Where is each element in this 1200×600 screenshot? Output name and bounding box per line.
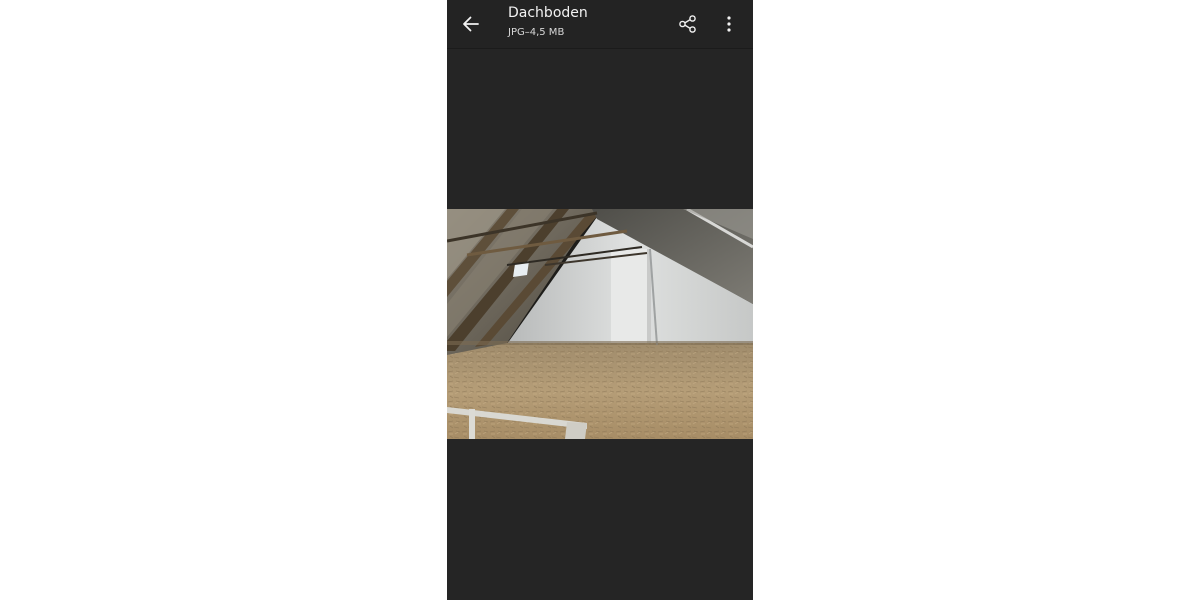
attic-photo[interactable] (447, 209, 753, 439)
more-options-button[interactable] (719, 10, 739, 38)
image-viewport[interactable] (447, 49, 753, 600)
share-button[interactable] (675, 10, 701, 38)
more-vertical-icon (727, 16, 731, 32)
top-app-bar: Dachboden JPG–4,5 MB (447, 0, 753, 49)
file-title: Dachboden (508, 5, 588, 21)
share-icon (679, 15, 696, 33)
back-button[interactable] (457, 8, 485, 40)
arrow-left-icon (463, 16, 479, 32)
file-info: JPG–4,5 MB (508, 27, 565, 38)
image-viewer-screen: Dachboden JPG–4,5 MB (447, 0, 753, 600)
